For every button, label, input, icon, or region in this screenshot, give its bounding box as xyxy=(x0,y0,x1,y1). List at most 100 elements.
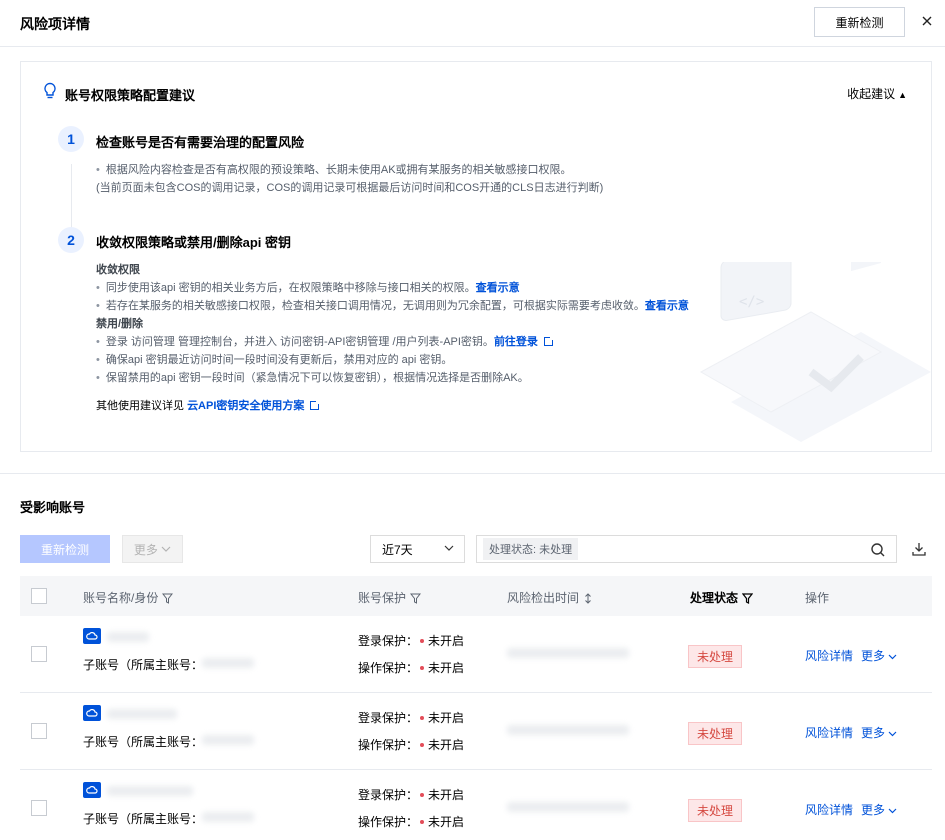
operation-protection: 操作保护： 未开启 xyxy=(358,736,464,753)
suggestion-panel: </> 账号权限策略配置建议 收起建议 ▲ 1 检查账号是否有需要治理的配置风险 … xyxy=(20,61,932,452)
step-text: • 根据风险内容检查是否有高权限的预设策略、长期未使用AK或拥有某服务的相关敏感接… xyxy=(96,164,572,176)
protection-value: 未开启 xyxy=(428,711,465,725)
date-range-select[interactable]: 近7天 xyxy=(370,535,465,563)
go-login-link[interactable]: 前往登录 xyxy=(493,336,554,348)
more-label: 更多 xyxy=(861,726,886,740)
row-checkbox[interactable] xyxy=(31,800,47,816)
operation-protection: 操作保护： 未开启 xyxy=(358,813,464,830)
protection-label: 登录保护： xyxy=(358,788,419,802)
redacted-time xyxy=(507,725,629,735)
date-range-value: 近7天 xyxy=(382,542,413,557)
external-link-icon xyxy=(310,400,321,410)
protection-label: 操作保护： xyxy=(358,815,419,829)
close-icon[interactable] xyxy=(920,14,934,28)
page-title: 风险项详情 xyxy=(20,16,90,32)
select-all-checkbox[interactable] xyxy=(31,588,47,604)
suggestion-title: 账号权限策略配置建议 xyxy=(65,88,196,103)
api-key-guide-link[interactable]: 云API密钥安全使用方案 xyxy=(187,400,321,412)
cloud-account-icon xyxy=(83,628,101,644)
row-checkbox[interactable] xyxy=(31,646,47,662)
step-number: 2 xyxy=(58,227,84,253)
column-header: 风险检出时间 xyxy=(507,589,593,606)
filter-search-input[interactable]: 处理状态: 未处理 xyxy=(476,535,897,563)
column-label: 处理状态 xyxy=(690,591,739,605)
step-text: • 同步使用该api 密钥的相关业务方后，在权限策略中移除与接口相关的权限。查看示… xyxy=(96,282,520,294)
risk-detail-link[interactable]: 风险详情 xyxy=(805,724,853,741)
redacted-owner xyxy=(202,812,254,822)
table-row: 子账号（所属主账号： 登录保护： 未开启 操作保护： 未开启 未处理 风险详情 更多 xyxy=(20,770,932,840)
section-title: 受影响账号 xyxy=(20,500,86,515)
risk-detail-link[interactable]: 风险详情 xyxy=(805,647,853,664)
more-label: 更多 xyxy=(861,649,886,663)
recheck-button[interactable]: 重新检测 xyxy=(814,7,905,37)
status-dot xyxy=(420,742,425,747)
login-protection: 登录保护： 未开启 xyxy=(358,786,464,803)
table-header: 账号名称/身份 账号保护 风险检出时间 处理状态 操作 xyxy=(20,576,932,616)
group-title: 禁用/删除 xyxy=(96,318,144,330)
status-dot xyxy=(420,819,425,824)
recheck-selected-button[interactable]: 重新检测 xyxy=(20,535,110,563)
external-link-icon xyxy=(543,336,554,346)
redacted-name xyxy=(107,632,149,642)
cloud-account-icon xyxy=(83,705,101,721)
triangle-up-icon: ▲ xyxy=(898,90,907,100)
redacted-name xyxy=(107,709,177,719)
login-protection: 登录保护： 未开启 xyxy=(358,709,464,726)
redacted-time xyxy=(507,802,629,812)
chevron-down-icon xyxy=(888,808,897,814)
filter-icon[interactable] xyxy=(162,593,174,604)
column-header: 账号名称/身份 xyxy=(83,589,174,606)
chevron-down-icon xyxy=(161,546,171,552)
step-text-line: 保留禁用的api 密钥一段时间（紧急情况下可以恢复密钥），根据情况选择是否删除A… xyxy=(105,372,529,384)
redacted-owner xyxy=(202,658,254,668)
step-title: 检查账号是否有需要治理的配置风险 xyxy=(96,135,305,150)
step-text-line: 同步使用该api 密钥的相关业务方后，在权限策略中移除与接口相关的权限。 xyxy=(105,282,476,294)
protection-value: 未开启 xyxy=(428,815,465,829)
status-badge: 未处理 xyxy=(688,722,743,745)
redacted-name xyxy=(107,786,193,796)
column-header: 处理状态 xyxy=(690,589,754,606)
row-more-dropdown[interactable]: 更多 xyxy=(861,724,897,741)
status-badge: 未处理 xyxy=(688,799,743,822)
drawer-header: 风险项详情 重新检测 xyxy=(0,0,945,47)
filter-icon[interactable] xyxy=(742,593,754,604)
protection-label: 登录保护： xyxy=(358,634,419,648)
status-dot xyxy=(420,665,425,670)
sort-icon[interactable] xyxy=(583,593,593,604)
go-login-label: 前往登录 xyxy=(493,336,538,348)
filter-tag[interactable]: 处理状态: 未处理 xyxy=(483,538,579,560)
more-label: 更多 xyxy=(133,542,158,557)
protection-value: 未开启 xyxy=(428,738,465,752)
account-identity: 子账号（所属主账号： xyxy=(83,735,204,749)
status-dot xyxy=(420,792,425,797)
risk-detail-link[interactable]: 风险详情 xyxy=(805,801,853,818)
status-dot xyxy=(420,715,425,720)
collapse-label: 收起建议 xyxy=(847,87,896,101)
collapse-suggestion-button[interactable]: 收起建议 ▲ xyxy=(847,85,907,102)
operation-protection: 操作保护： 未开启 xyxy=(358,659,464,676)
step-title: 收敛权限策略或禁用/删除api 密钥 xyxy=(96,235,292,250)
step-text: • 若存在某服务的相关敏感接口权限，检查相关接口调用情况，无调用则为冗余配置，可根… xyxy=(96,300,689,312)
footer-note: 其他使用建议详见 云API密钥安全使用方案 xyxy=(96,397,321,413)
row-more-dropdown[interactable]: 更多 xyxy=(861,801,897,818)
lightbulb-icon xyxy=(44,82,56,99)
protection-label: 操作保护： xyxy=(358,738,419,752)
view-example-link[interactable]: 查看示意 xyxy=(476,282,520,294)
view-example-link[interactable]: 查看示意 xyxy=(645,300,689,312)
step-connector xyxy=(71,164,72,228)
step-text: • 保留禁用的api 密钥一段时间（紧急情况下可以恢复密钥），根据情况选择是否删除… xyxy=(96,372,529,384)
footer-text: 其他使用建议详见 xyxy=(96,400,184,412)
table-row: 子账号（所属主账号： 登录保护： 未开启 操作保护： 未开启 未处理 风险详情 更多 xyxy=(20,693,932,770)
row-checkbox[interactable] xyxy=(31,723,47,739)
filter-icon[interactable] xyxy=(410,593,422,604)
search-icon[interactable] xyxy=(870,542,886,558)
protection-label: 登录保护： xyxy=(358,711,419,725)
download-icon[interactable] xyxy=(912,542,926,556)
column-header: 操作 xyxy=(805,591,830,605)
chevron-down-icon xyxy=(888,654,897,660)
step-text-line: 登录 访问管理 管理控制台，并进入 访问密钥-API密钥管理 /用户列表-API… xyxy=(105,336,494,348)
more-actions-button[interactable]: 更多 xyxy=(122,535,183,563)
redacted-time xyxy=(507,648,629,658)
row-more-dropdown[interactable]: 更多 xyxy=(861,647,897,664)
protection-value: 未开启 xyxy=(428,788,465,802)
